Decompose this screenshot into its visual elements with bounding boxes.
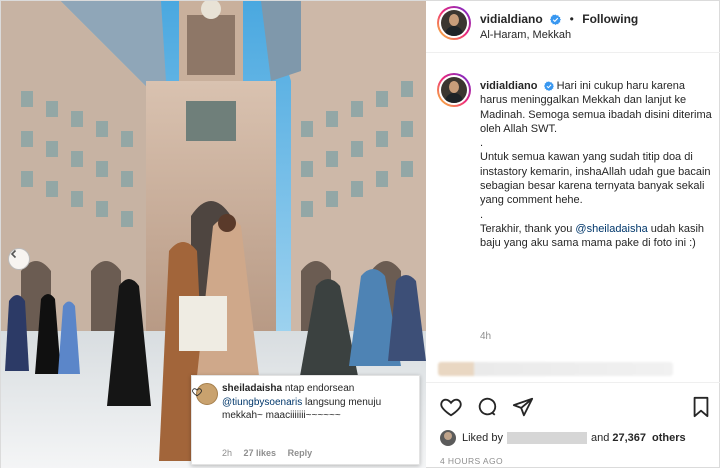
heart-icon[interactable]: [192, 387, 202, 397]
commenter-username[interactable]: sheiladaisha: [222, 383, 282, 394]
caption-paragraph-2: Untuk semua kawan yang sudah titip doa d…: [480, 151, 711, 207]
blurred-comment: [438, 362, 673, 376]
liker-avatar[interactable]: [440, 430, 456, 446]
paper-plane-icon[interactable]: [512, 396, 534, 418]
post-location[interactable]: Al-Haram, Mekkah: [480, 29, 571, 41]
comment-body-start: ntap endorsean: [284, 383, 355, 394]
caption-separator-2: .: [480, 208, 484, 221]
post-timestamp[interactable]: 4 HOURS AGO: [440, 456, 503, 466]
author-line: vidialdiano • Following: [480, 12, 639, 26]
comment-text: sheiladaisha ntap endorsean @tiungbysoen…: [222, 382, 400, 423]
verified-badge-icon: [550, 14, 562, 25]
post-caption: vidialdiano Hari ini cukup haru karena h…: [480, 79, 712, 251]
comments-list[interactable]: [426, 354, 720, 382]
caption-mention[interactable]: @sheiladaisha: [575, 223, 647, 235]
carousel-prev-button[interactable]: [8, 248, 30, 270]
caption-paragraph-3: Terakhir, thank you: [480, 222, 573, 235]
caption-author-avatar[interactable]: [437, 73, 471, 107]
comment-mention[interactable]: @tiungbysoenaris: [222, 397, 302, 408]
post-actions: Liked by and 27,367 others 4 HOURS AGO: [426, 382, 720, 468]
and-label: and: [590, 432, 610, 444]
comment-overlay: sheiladaisha ntap endorsean @tiungbysoen…: [191, 375, 420, 465]
chevron-left-icon: [10, 249, 17, 259]
caption-separator-1: .: [480, 137, 484, 150]
liked-by-label: Liked by: [462, 432, 503, 444]
likes-count[interactable]: 27,367: [612, 432, 646, 444]
caption-age: 4h: [480, 331, 492, 342]
post-header: vidialdiano • Following Al-Haram, Mekkah: [426, 1, 720, 53]
verified-badge-icon: [543, 81, 554, 91]
likes-others-label[interactable]: others: [652, 432, 686, 444]
follow-status-button[interactable]: Following: [582, 12, 638, 26]
comment-reply-button[interactable]: Reply: [288, 448, 313, 458]
comment-meta: 2h 27 likes Reply: [222, 448, 321, 458]
caption-section: vidialdiano Hari ini cukup haru karena h…: [426, 53, 720, 354]
likes-summary: Liked by and 27,367 others: [440, 430, 689, 446]
comment-age: 2h: [222, 448, 233, 458]
comment-likes[interactable]: 27 likes: [244, 448, 277, 458]
caption-author-username[interactable]: vidialdiano: [480, 80, 537, 92]
author-username[interactable]: vidialdiano: [480, 12, 543, 26]
comment-icon[interactable]: [476, 396, 498, 418]
bookmark-icon[interactable]: [691, 396, 711, 418]
redacted-liker-name: [506, 432, 587, 444]
post-photo[interactable]: sheiladaisha ntap endorsean @tiungbysoen…: [1, 1, 426, 468]
instagram-post: sheiladaisha ntap endorsean @tiungbysoen…: [0, 0, 720, 468]
author-avatar[interactable]: [437, 6, 471, 40]
heart-icon[interactable]: [440, 396, 462, 418]
